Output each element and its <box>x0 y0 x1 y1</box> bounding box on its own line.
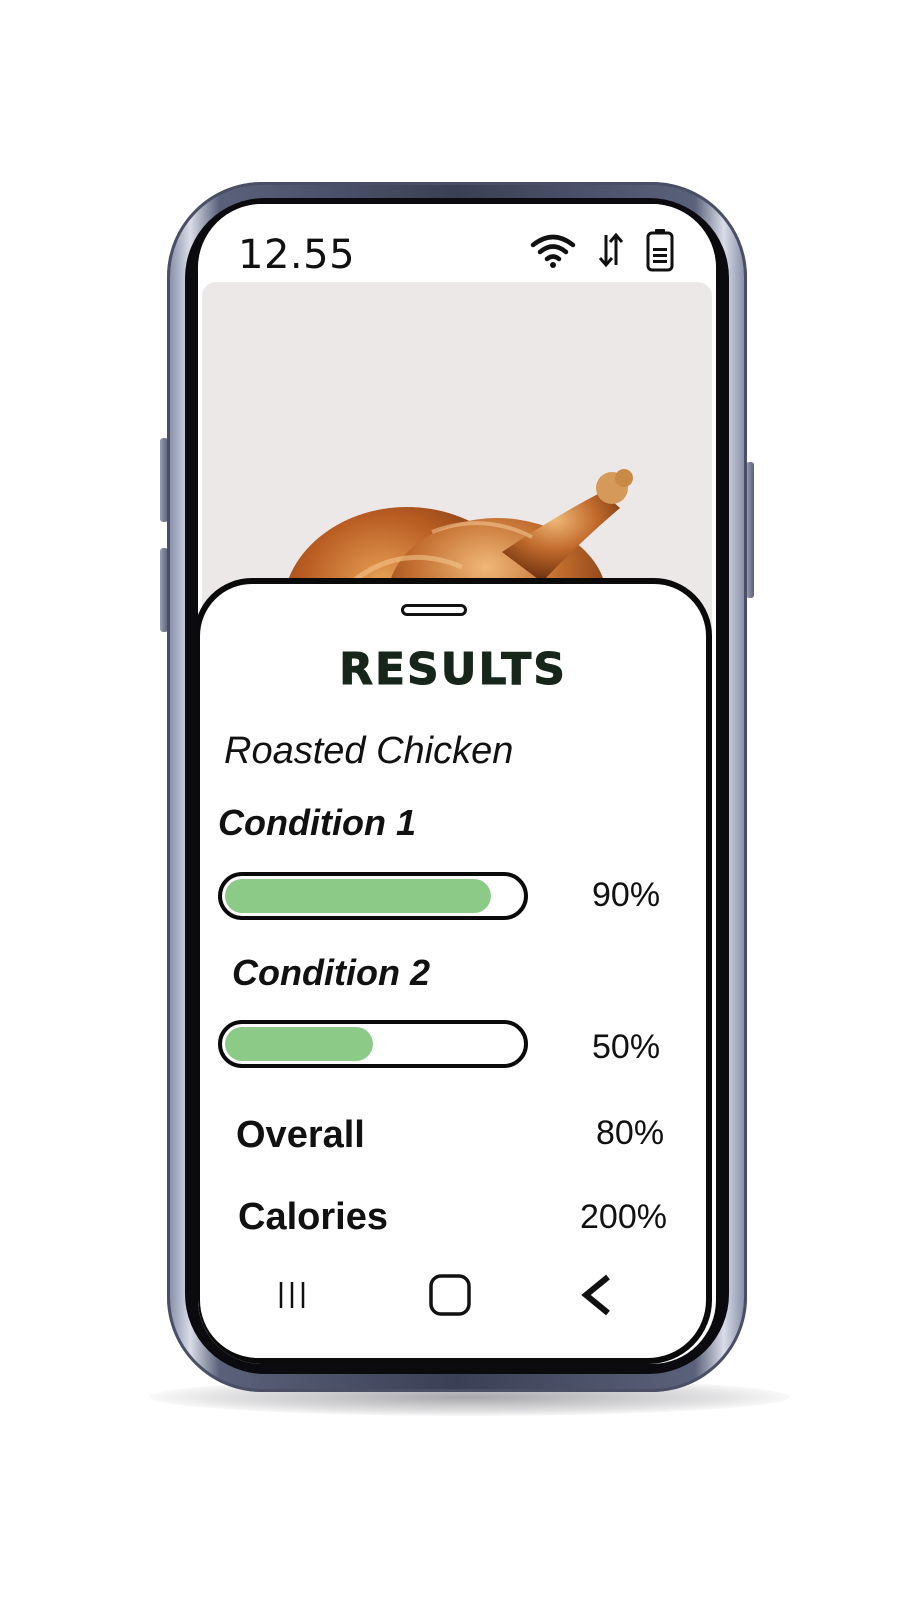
condition-2-progress-bar <box>218 1020 528 1068</box>
condition-2-percent: 50% <box>592 1028 661 1066</box>
condition-2-label: Condition 2 <box>232 952 430 993</box>
condition-1-progress-bar <box>218 872 528 920</box>
data-transfer-icon <box>598 231 624 274</box>
battery-icon <box>646 228 674 277</box>
home-icon <box>429 1274 471 1316</box>
results-title: RESULTS <box>339 644 567 696</box>
phone-screen: 12.55 RESULTS Roasted Chicken Condition … <box>198 204 716 1364</box>
condition-1-label: Condition 1 <box>218 802 416 843</box>
wifi-icon <box>530 232 576 273</box>
condition-2-progress-fill <box>225 1027 373 1061</box>
recent-apps-icon <box>279 1282 305 1308</box>
back-button[interactable] <box>566 1260 626 1330</box>
condition-1-progress-fill <box>225 879 491 913</box>
power-button <box>746 462 754 598</box>
calories-value: 200% <box>580 1198 667 1236</box>
sheet-drag-handle[interactable] <box>401 604 467 616</box>
status-icons <box>530 228 674 277</box>
navigation-bar <box>200 1260 706 1330</box>
food-name: Roasted Chicken <box>224 730 514 772</box>
overall-value: 80% <box>596 1114 665 1152</box>
back-icon <box>581 1274 610 1316</box>
condition-1-percent: 90% <box>592 876 661 914</box>
status-time: 12.55 <box>238 232 356 278</box>
calories-label: Calories <box>238 1196 388 1238</box>
status-bar: 12.55 <box>198 204 716 284</box>
home-button[interactable] <box>420 1260 480 1330</box>
results-sheet: RESULTS Roasted Chicken Condition 1 90% … <box>198 578 712 1364</box>
recent-apps-button[interactable] <box>262 1260 322 1330</box>
overall-label: Overall <box>236 1114 365 1156</box>
